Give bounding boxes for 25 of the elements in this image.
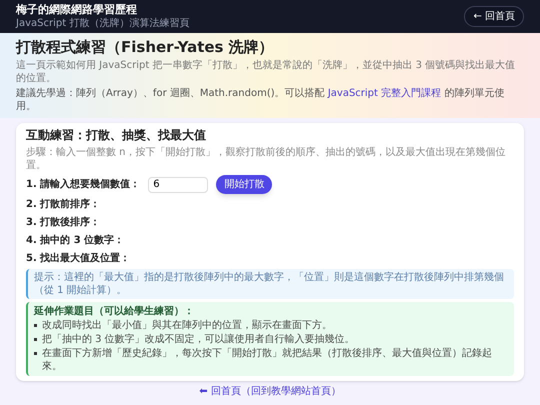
homework-item: 改成同時找出「最小值」與其在陣列中的位置，顯示在畫面下方。 (42, 319, 332, 332)
bullet-icon (34, 352, 37, 355)
homework-item: 在畫面下方新增「歷史紀錄」，每次按下「開始打散」就把結果（打散後排序、最大值與位置）記錄起來。 (42, 347, 493, 373)
tip-box: 提示：這裡的「最大值」指的是打散後陣列中的最大數字，「位置」則是這個數字在打散後陣列中排第幾個（從 1 開始計算）。 (26, 269, 514, 299)
prerequisite-text: 建議先學過：陣列（Array）、for 迴圈、Math.random()。可以搭配 JavaScript 完整入門課程 的陣列單元使用。 (16, 87, 506, 113)
output-label: 2. 打散前排序： (26, 198, 102, 211)
course-link[interactable]: JavaScript 完整入門課程 (328, 88, 442, 99)
bullet-icon (34, 338, 37, 341)
bullet-icon (34, 324, 37, 327)
output-label: 5. 找出最大值及位置： (26, 252, 132, 265)
homework-heading: 延伸作業題目（可以給學生練習）： (34, 305, 195, 318)
intro-text: 這一頁示範如何用 JavaScript 把一串數字「打散」，也就是常說的「洗牌」，並從中抽出 3 個號碼與找出最大值的位置。 (16, 59, 516, 85)
card-heading: 互動練習：打散、抽獎、找最大值 (26, 128, 207, 143)
footer-home-link[interactable]: ⬅ 回首頁（回到教學網站首頁） (199, 384, 341, 399)
steps-text: 步驟：輸入一個整數 n，按下「開始打散」，觀察打散前後的順序、抽出的號碼，以及最大值出現在第幾個位置。 (26, 146, 507, 172)
site-subtitle: JavaScript 打散（洗牌）演算法練習頁 (16, 17, 190, 30)
count-label: 1. 請輸入想要幾個數值： (26, 178, 140, 192)
page-heading: 打散程式練習（Fisher-Yates 洗牌） (16, 38, 275, 57)
output-label: 3. 打散後排序： (26, 216, 102, 229)
start-shuffle-button[interactable]: 開始打散 (216, 175, 272, 194)
output-label: 4. 抽中的 3 位數字： (26, 234, 126, 247)
site-title: 梅子的網際網路學習歷程 (16, 3, 138, 17)
count-input[interactable]: 6 (148, 176, 208, 192)
homework-item: 把「抽中的 3 位數字」改成不固定，可以讓使用者自行輸入要抽幾位。 (42, 333, 355, 346)
back-home-button[interactable]: ← 回首頁 (464, 6, 524, 27)
